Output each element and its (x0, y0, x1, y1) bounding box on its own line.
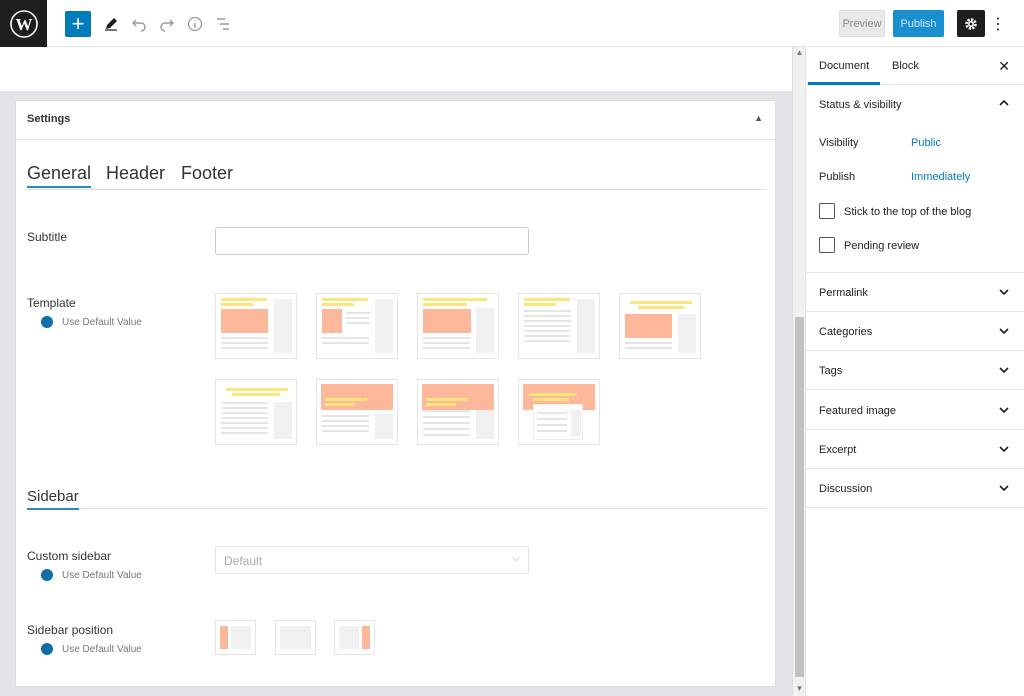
template-option-1[interactable] (215, 293, 297, 359)
sidebar-right-option[interactable] (334, 620, 375, 655)
status-visibility-title[interactable]: Status & visibility (819, 99, 902, 111)
sidebar-position-use-default[interactable]: Use Default Value (41, 643, 142, 655)
collapse-arrow-icon[interactable]: ▲ (754, 113, 763, 123)
tab-general[interactable]: General (27, 163, 92, 188)
preview-button[interactable]: Preview (839, 10, 885, 37)
template-use-default[interactable]: Use Default Value (41, 316, 142, 328)
chevron-down-icon[interactable] (998, 325, 1010, 340)
settings-panel-header[interactable]: Settings ▲ (16, 101, 775, 140)
default-toggle-dot[interactable] (41, 316, 53, 328)
custom-sidebar-value: Default (224, 554, 263, 568)
pending-review-label[interactable]: Pending review (844, 240, 919, 252)
chevron-up-icon[interactable] (998, 97, 1010, 112)
chevron-down-icon[interactable] (998, 364, 1010, 379)
undo-icon[interactable] (126, 11, 152, 37)
chevron-down-icon[interactable] (998, 404, 1010, 419)
tab-header[interactable]: Header (106, 163, 165, 184)
more-options-icon[interactable]: ⋮ (990, 12, 1006, 36)
svg-text:W: W (15, 15, 32, 34)
template-option-4[interactable] (518, 293, 600, 359)
categories-panel[interactable]: Categories (806, 312, 1024, 351)
custom-sidebar-use-default[interactable]: Use Default Value (41, 569, 142, 581)
sidebar-tabs: Document Block ✕ (806, 47, 1024, 85)
wordpress-logo-icon[interactable]: W (0, 0, 47, 47)
visibility-value-link[interactable]: Public (911, 137, 941, 149)
document-settings-sidebar: Document Block ✕ Status & visibility Vis… (805, 47, 1024, 696)
settings-meta-box: Settings ▲ General Header Footer Subtitl… (15, 100, 776, 687)
visibility-label: Visibility (819, 137, 859, 149)
publish-button[interactable]: Publish (893, 10, 944, 37)
settings-gear-icon[interactable] (957, 10, 985, 37)
scroll-thumb[interactable] (795, 317, 804, 677)
tags-panel[interactable]: Tags (806, 351, 1024, 390)
discussion-title[interactable]: Discussion (819, 483, 872, 495)
editor-scrollbar[interactable]: ▲ ▼ (792, 47, 805, 696)
tags-title[interactable]: Tags (819, 365, 842, 377)
sticky-checkbox[interactable] (819, 203, 835, 219)
permalink-panel[interactable]: Permalink (806, 273, 1024, 312)
plus-icon: + (71, 11, 85, 36)
excerpt-panel[interactable]: Excerpt (806, 430, 1024, 469)
chevron-down-icon[interactable] (998, 286, 1010, 301)
template-option-3[interactable] (417, 293, 499, 359)
block-navigation-icon[interactable] (210, 11, 236, 37)
discussion-panel[interactable]: Discussion (806, 469, 1024, 508)
publish-label: Publish (819, 171, 856, 183)
template-label: Template (27, 296, 76, 310)
subtitle-input[interactable] (215, 227, 529, 255)
tab-document[interactable]: Document (807, 60, 881, 85)
sidebar-position-label: Sidebar position (27, 623, 114, 637)
tools-pencil-icon[interactable] (98, 11, 124, 37)
use-default-label: Use Default Value (62, 316, 142, 328)
tab-block[interactable]: Block (892, 60, 919, 72)
sidebar-section-title: Sidebar (27, 488, 766, 510)
custom-sidebar-label: Custom sidebar (27, 549, 112, 563)
close-icon[interactable]: ✕ (998, 58, 1010, 75)
chevron-down-icon[interactable] (998, 482, 1010, 497)
settings-panel-title: Settings (27, 113, 71, 125)
custom-sidebar-select[interactable]: Default ⌵ (215, 546, 529, 574)
categories-title[interactable]: Categories (819, 326, 872, 338)
sticky-label[interactable]: Stick to the top of the blog (844, 206, 971, 218)
settings-tabs: General Header Footer (27, 163, 766, 190)
sidebar-left-option[interactable] (215, 620, 256, 655)
scroll-down-icon[interactable]: ▼ (795, 684, 804, 694)
info-icon[interactable] (182, 11, 208, 37)
featured-image-title[interactable]: Featured image (819, 405, 896, 417)
sidebar-none-option[interactable] (275, 620, 316, 655)
template-option-7[interactable] (316, 379, 398, 445)
template-option-5[interactable] (619, 293, 701, 359)
chevron-down-icon: ⌵ (512, 553, 520, 564)
default-toggle-dot[interactable] (41, 569, 53, 581)
top-toolbar: W + Preview Publish ⋮ (0, 0, 1024, 47)
sidebar-section-label: Sidebar (27, 488, 79, 510)
publish-date-link[interactable]: Immediately (911, 171, 970, 183)
template-option-9[interactable] (518, 379, 600, 445)
template-option-2[interactable] (316, 293, 398, 359)
permalink-title[interactable]: Permalink (819, 287, 868, 299)
subtitle-label: Subtitle (27, 230, 68, 244)
scroll-up-icon[interactable]: ▲ (795, 48, 804, 58)
pending-review-checkbox[interactable] (819, 237, 835, 253)
use-default-label: Use Default Value (62, 569, 142, 581)
tab-footer[interactable]: Footer (181, 163, 233, 184)
featured-image-panel[interactable]: Featured image (806, 390, 1024, 430)
add-block-button[interactable]: + (65, 11, 91, 37)
status-visibility-panel: Status & visibility Visibility Public Pu… (806, 85, 1024, 273)
default-toggle-dot[interactable] (41, 643, 53, 655)
use-default-label: Use Default Value (62, 643, 142, 655)
chevron-down-icon[interactable] (998, 443, 1010, 458)
excerpt-title[interactable]: Excerpt (819, 444, 856, 456)
redo-icon[interactable] (154, 11, 180, 37)
template-option-8[interactable] (417, 379, 499, 445)
template-option-6[interactable] (215, 379, 297, 445)
